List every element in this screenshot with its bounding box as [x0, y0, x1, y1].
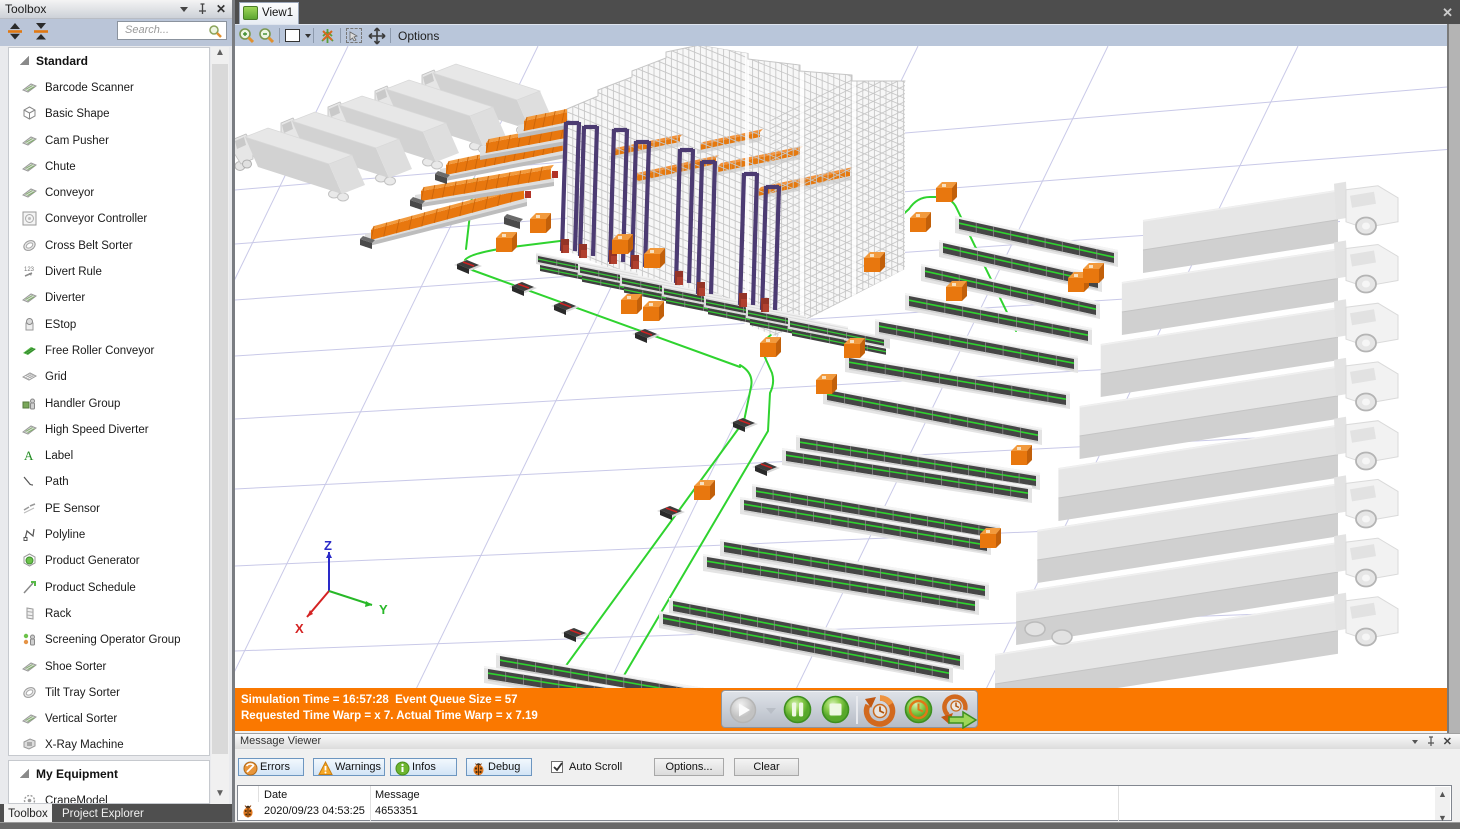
svg-text:A: A	[24, 448, 34, 463]
svg-text:123: 123	[24, 267, 35, 273]
svg-text:Y: Y	[379, 602, 388, 617]
svg-text:X: X	[295, 621, 304, 636]
svg-text:Z: Z	[324, 538, 332, 553]
